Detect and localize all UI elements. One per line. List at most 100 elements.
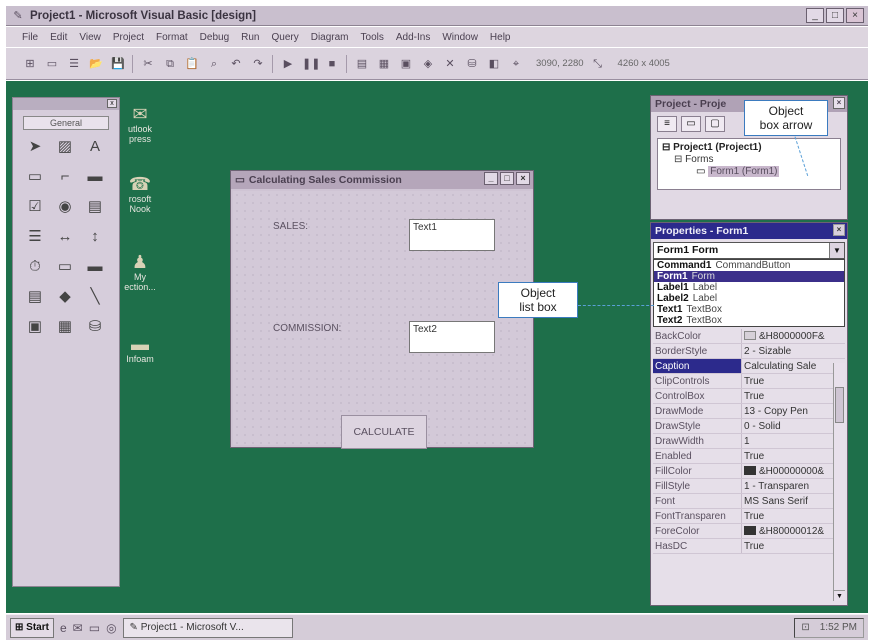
scroll-down-arrow-icon[interactable]: ▼	[834, 590, 845, 601]
properties-window-icon[interactable]: ▦	[376, 56, 392, 72]
combobox-icon[interactable]: ▤	[83, 196, 107, 218]
end-icon[interactable]: ■	[324, 56, 340, 72]
object-list-item[interactable]: Label2 Label	[654, 293, 844, 304]
form-titlebar[interactable]: ▭ Calculating Sales Commission _ □ ×	[231, 171, 533, 189]
object-list-item[interactable]: Label1 Label	[654, 282, 844, 293]
property-row[interactable]: FillColor &H00000000&	[653, 464, 845, 479]
toolbox-icon[interactable]: ✕	[442, 56, 458, 72]
timer-icon[interactable]: ⏱	[23, 256, 47, 278]
object-box[interactable]: Form1 Form ▼	[653, 242, 845, 259]
object-list-item[interactable]: Text2 TextBox	[654, 315, 844, 326]
textbox-icon[interactable]: ▭	[23, 166, 47, 188]
component-manager-icon[interactable]: ◧	[486, 56, 502, 72]
object-box-arrow[interactable]: ▼	[829, 243, 844, 258]
image-icon[interactable]: ▣	[23, 316, 47, 338]
drivelistbox-icon[interactable]: ▭	[53, 256, 77, 278]
form-maximize-button[interactable]: □	[500, 172, 514, 185]
undo-icon[interactable]: ↶	[228, 56, 244, 72]
taskbar-item-vb[interactable]: ✎ Project1 - Microsoft V...	[122, 617, 293, 638]
property-row[interactable]: Font MS Sans Serif	[653, 494, 845, 509]
menu-query[interactable]: Query	[271, 32, 298, 43]
vscrollbar-icon[interactable]: ↕	[83, 226, 107, 248]
menu-window[interactable]: Window	[442, 32, 478, 43]
ie-icon[interactable]: e	[60, 621, 67, 635]
menu-tools[interactable]: Tools	[361, 32, 384, 43]
add-form-icon[interactable]: ▭	[44, 56, 60, 72]
menu-help[interactable]: Help	[490, 32, 511, 43]
property-row[interactable]: ForeColor &H80000012&	[653, 524, 845, 539]
property-row[interactable]: HasDC True	[653, 539, 845, 554]
network-tray-icon[interactable]: ⊡	[801, 619, 809, 637]
text1-box[interactable]: Text1	[409, 219, 495, 251]
break-icon[interactable]: ❚❚	[302, 56, 320, 72]
frame-icon[interactable]: ⌐	[53, 166, 77, 188]
menu-addins[interactable]: Add-Ins	[396, 32, 430, 43]
menu-debug[interactable]: Debug	[200, 32, 229, 43]
data-view-icon[interactable]: ⛁	[464, 56, 480, 72]
add-project-icon[interactable]: ⊞	[22, 56, 38, 72]
toolbox-close-button[interactable]: x	[107, 99, 117, 108]
toggle-folders-icon[interactable]: ▢	[705, 116, 725, 132]
property-row-selected[interactable]: Caption Calculating Sale	[653, 359, 845, 374]
desktop-icon-netmeeting[interactable]: ☎ rosoft Nook	[120, 174, 160, 214]
maximize-button[interactable]: □	[826, 8, 844, 23]
desktop-icon-connection[interactable]: ♟ My ection...	[120, 252, 160, 292]
tree-node-forms[interactable]: ⊟ Forms	[662, 154, 836, 166]
redo-icon[interactable]: ↷	[250, 56, 266, 72]
close-button[interactable]: ×	[846, 8, 864, 23]
tree-node-project[interactable]: ⊟ Project1 (Project1)	[662, 142, 836, 154]
property-row[interactable]: FillStyle 1 - Transparen	[653, 479, 845, 494]
find-icon[interactable]: ⌕	[206, 56, 222, 72]
property-row[interactable]: Enabled True	[653, 449, 845, 464]
menu-format[interactable]: Format	[156, 32, 188, 43]
property-row[interactable]: ControlBox True	[653, 389, 845, 404]
menu-diagram[interactable]: Diagram	[311, 32, 349, 43]
property-row[interactable]: FontTransparen True	[653, 509, 845, 524]
commandbutton-icon[interactable]: ▬	[83, 166, 107, 188]
form-close-button[interactable]: ×	[516, 172, 530, 185]
outlook-express-icon[interactable]: ✉	[73, 621, 83, 635]
property-row[interactable]: BorderStyle 2 - Sizable	[653, 344, 845, 359]
view-object-icon[interactable]: ▭	[681, 116, 701, 132]
menu-editor-icon[interactable]: ☰	[66, 56, 82, 72]
open-icon[interactable]: 📂	[88, 56, 104, 72]
paste-icon[interactable]: 📋	[184, 56, 200, 72]
object-browser-icon[interactable]: ◈	[420, 56, 436, 72]
minimize-button[interactable]: _	[806, 8, 824, 23]
start-button[interactable]: ⊞ Start	[10, 617, 54, 638]
properties-close-button[interactable]: ×	[833, 224, 845, 236]
toolbox-general-tab[interactable]: General	[23, 116, 109, 130]
shape-icon[interactable]: ◆	[53, 286, 77, 308]
properties-scrollbar[interactable]: ▼	[833, 363, 845, 601]
pointer-icon[interactable]: ➤	[23, 136, 47, 158]
cut-icon[interactable]: ✂	[140, 56, 156, 72]
commission-label[interactable]: COMMISSION:	[273, 323, 341, 334]
optionbutton-icon[interactable]: ◉	[53, 196, 77, 218]
filelistbox-icon[interactable]: ▤	[23, 286, 47, 308]
ole-icon[interactable]: ⛁	[83, 316, 107, 338]
tree-node-form1[interactable]: ▭ Form1 (Form1)	[662, 166, 836, 178]
text2-box[interactable]: Text2	[409, 321, 495, 353]
object-list-item-selected[interactable]: Form1 Form	[654, 271, 844, 282]
desktop-icon[interactable]: ▭	[89, 621, 100, 635]
menu-run[interactable]: Run	[241, 32, 259, 43]
property-row[interactable]: ClipControls True	[653, 374, 845, 389]
property-row[interactable]: BackColor &H8000000F&	[653, 329, 845, 344]
object-list-box[interactable]: Command1 CommandButton Form1 Form Label1 La…	[653, 259, 845, 327]
property-row[interactable]: DrawMode 13 - Copy Pen	[653, 404, 845, 419]
start-icon[interactable]: ▶	[280, 56, 296, 72]
desktop-icon-outlook[interactable]: ✉ utlook press	[120, 104, 160, 144]
property-row[interactable]: DrawWidth 1	[653, 434, 845, 449]
form-canvas[interactable]: SALES: Text1 COMMISSION: Text2 CALCULATE	[233, 191, 531, 449]
project-explorer-close-button[interactable]: ×	[833, 97, 845, 109]
form-minimize-button[interactable]: _	[484, 172, 498, 185]
listbox-icon[interactable]: ☰	[23, 226, 47, 248]
data-icon[interactable]: ▦	[53, 316, 77, 338]
object-list-item[interactable]: Text1 TextBox	[654, 304, 844, 315]
channels-icon[interactable]: ◎	[106, 621, 116, 635]
object-list-item[interactable]: Command1 CommandButton	[654, 260, 844, 271]
project-explorer-icon[interactable]: ▤	[354, 56, 370, 72]
copy-icon[interactable]: ⧉	[162, 56, 178, 72]
save-icon[interactable]: 💾	[110, 56, 126, 72]
toolbox-titlebar[interactable]: x	[13, 98, 119, 110]
